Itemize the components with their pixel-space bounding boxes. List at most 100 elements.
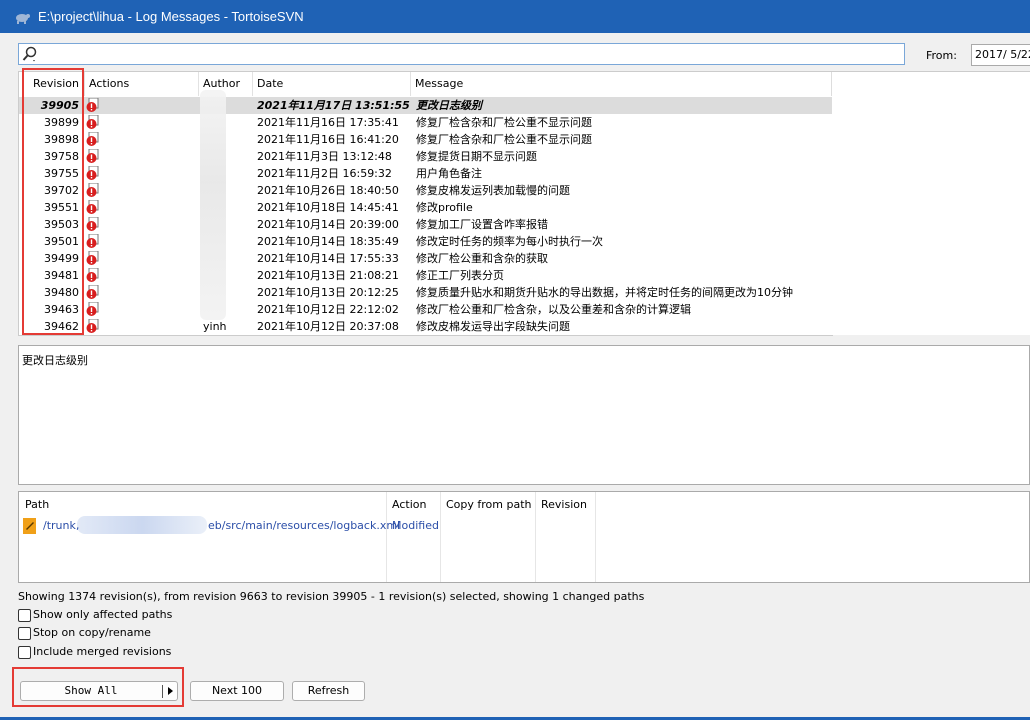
commit-date: 2021年11月3日 13:12:48	[257, 150, 392, 163]
column-divider	[440, 492, 441, 582]
commit-message: 修复质量升贴水和期货升贴水的导出数据，并将定时任务的间隔更改为10分钟	[416, 286, 793, 299]
column-header-action[interactable]: Action	[392, 498, 426, 511]
log-messages-window: E:\project\lihua - Log Messages - Tortoi…	[0, 0, 1030, 720]
search-icon[interactable]	[22, 46, 38, 62]
column-header-path[interactable]: Path	[25, 498, 49, 511]
commit-date: 2021年10月12日 20:37:08	[257, 320, 399, 333]
modified-file-icon	[23, 518, 36, 534]
column-header-revision-path[interactable]: Revision	[541, 498, 587, 511]
log-row[interactable]: 39503 2021年10月14日 20:39:00 修复加工厂设置含咋率报错	[19, 216, 832, 233]
author-redaction	[200, 90, 226, 320]
modified-action-icon	[86, 149, 99, 163]
log-row[interactable]: 39758 2021年11月3日 13:12:48 修复提货日期不显示问题	[19, 148, 832, 165]
from-label: From:	[926, 49, 957, 62]
search-input[interactable]	[41, 45, 905, 65]
status-text: Showing 1374 revision(s), from revision …	[18, 590, 645, 603]
commit-date: 2021年10月18日 14:45:41	[257, 201, 399, 214]
path-start[interactable]: /trunk,	[43, 519, 79, 532]
revision-list[interactable]: Revision Actions Author Date Message 399…	[18, 71, 833, 336]
log-row[interactable]: 39905 2021年11月17日 13:51:55 更改日志级别	[19, 97, 832, 114]
stop-on-copy-checkbox[interactable]: Stop on copy/rename	[18, 626, 318, 642]
log-row[interactable]: 39551 2021年10月18日 14:45:41 修改profile	[19, 199, 832, 216]
tortoise-icon	[16, 13, 30, 24]
modified-action-icon	[86, 234, 99, 248]
log-row[interactable]: 39463 2021年10月12日 22:12:02 修改厂检公重和厂检含杂，以及公…	[19, 301, 832, 318]
commit-date: 2021年10月13日 20:12:25	[257, 286, 399, 299]
modified-action-icon	[86, 115, 99, 129]
commit-message: 更改日志级别	[416, 99, 482, 112]
modified-action-icon	[86, 302, 99, 316]
log-row[interactable]: 39462 yinh 2021年10月12日 20:37:08 修改皮棉发运导出字段缺…	[19, 318, 832, 335]
column-divider	[386, 492, 387, 582]
search-box[interactable]	[18, 43, 905, 65]
column-header-copy-from-path[interactable]: Copy from path	[446, 498, 532, 511]
modified-action-icon	[86, 217, 99, 231]
commit-message: 修改profile	[416, 201, 473, 214]
column-header-date[interactable]: Date	[253, 72, 411, 96]
commit-date: 2021年10月14日 18:35:49	[257, 235, 399, 248]
modified-action-icon	[86, 200, 99, 214]
commit-message: 修改定时任务的频率为每小时执行一次	[416, 235, 603, 248]
changed-paths-list[interactable]: Path Action Copy from path Revision /tru…	[18, 491, 1030, 583]
show-affected-paths-checkbox[interactable]: Show only affected paths	[18, 608, 318, 624]
log-row[interactable]: 39499 2021年10月14日 17:55:33 修改厂检公重和含杂的获取	[19, 250, 832, 267]
modified-action-icon	[86, 166, 99, 180]
log-row[interactable]: 39481 2021年10月13日 21:08:21 修正工厂列表分页	[19, 267, 832, 284]
commit-date: 2021年10月26日 18:40:50	[257, 184, 399, 197]
column-divider	[535, 492, 536, 582]
commit-message: 修改厂检公重和厂检含杂，以及公重差和含杂的计算逻辑	[416, 303, 691, 316]
modified-action-icon	[86, 268, 99, 282]
next-100-button[interactable]: Next 100	[190, 681, 284, 701]
title-bar[interactable]: E:\project\lihua - Log Messages - Tortoi…	[0, 0, 1030, 33]
commit-date: 2021年10月13日 21:08:21	[257, 269, 399, 282]
from-date-picker[interactable]: 2017/ 5/22	[971, 44, 1030, 66]
commit-message: 修复皮棉发运列表加载慢的问题	[416, 184, 570, 197]
commit-date: 2021年10月12日 22:12:02	[257, 303, 399, 316]
modified-action-icon	[86, 98, 99, 112]
revision-list-empty-area	[832, 71, 1030, 335]
commit-date: 2021年11月16日 17:35:41	[257, 116, 399, 129]
commit-message: 修复厂检含杂和厂检公重不显示问题	[416, 116, 592, 129]
show-all-highlight	[12, 667, 184, 707]
commit-date: 2021年10月14日 20:39:00	[257, 218, 399, 231]
checkbox-box[interactable]	[18, 627, 31, 640]
commit-message: 修复厂检含杂和厂检公重不显示问题	[416, 133, 592, 146]
path-action: Modified	[392, 519, 439, 532]
commit-message: 修改皮棉发运导出字段缺失问题	[416, 320, 570, 333]
window-title: E:\project\lihua - Log Messages - Tortoi…	[38, 9, 304, 24]
log-row[interactable]: 39898 2021年11月16日 16:41:20 修复厂检含杂和厂检公重不显示问…	[19, 131, 832, 148]
commit-date: 2021年11月17日 13:51:55	[257, 99, 410, 112]
commit-message: 修正工厂列表分页	[416, 269, 504, 282]
modified-action-icon	[86, 183, 99, 197]
log-row[interactable]: 39899 2021年11月16日 17:35:41 修复厂检含杂和厂检公重不显示问…	[19, 114, 832, 131]
checkbox-label: Stop on copy/rename	[33, 626, 151, 639]
log-row[interactable]: 39702 2021年10月26日 18:40:50 修复皮棉发运列表加载慢的问题	[19, 182, 832, 199]
refresh-button[interactable]: Refresh	[292, 681, 365, 701]
commit-message: 修改厂检公重和含杂的获取	[416, 252, 548, 265]
include-merged-checkbox[interactable]: Include merged revisions	[18, 645, 318, 661]
modified-action-icon	[86, 285, 99, 299]
log-row[interactable]: 39501 2021年10月14日 18:35:49 修改定时任务的频率为每小时执行…	[19, 233, 832, 250]
commit-message: 用户角色备注	[416, 167, 482, 180]
commit-date: 2021年10月14日 17:55:33	[257, 252, 399, 265]
checkbox-box[interactable]	[18, 609, 31, 622]
modified-action-icon	[86, 319, 99, 333]
path-end[interactable]: eb/src/main/resources/logback.xml	[208, 519, 400, 532]
commit-message: 修复提货日期不显示问题	[416, 150, 537, 163]
checkbox-label: Show only affected paths	[33, 608, 173, 621]
log-message-pane[interactable]: 更改日志级别	[18, 345, 1030, 485]
modified-action-icon	[86, 132, 99, 146]
checkbox-label: Include merged revisions	[33, 645, 172, 658]
checkbox-box[interactable]	[18, 646, 31, 659]
commit-date: 2021年11月2日 16:59:32	[257, 167, 392, 180]
commit-date: 2021年11月16日 16:41:20	[257, 133, 399, 146]
log-row[interactable]: 39480 2021年10月13日 20:12:25 修复质量升贴水和期货升贴水的导…	[19, 284, 832, 301]
column-divider	[595, 492, 596, 582]
revision-column-highlight	[22, 68, 84, 335]
log-row[interactable]: 39755 2021年11月2日 16:59:32 用户角色备注	[19, 165, 832, 182]
author: yinh	[203, 320, 227, 333]
path-redaction	[77, 516, 207, 534]
log-message-text: 更改日志级别	[22, 354, 88, 367]
column-header-message[interactable]: Message	[411, 72, 832, 96]
column-header-actions[interactable]: Actions	[85, 72, 199, 96]
